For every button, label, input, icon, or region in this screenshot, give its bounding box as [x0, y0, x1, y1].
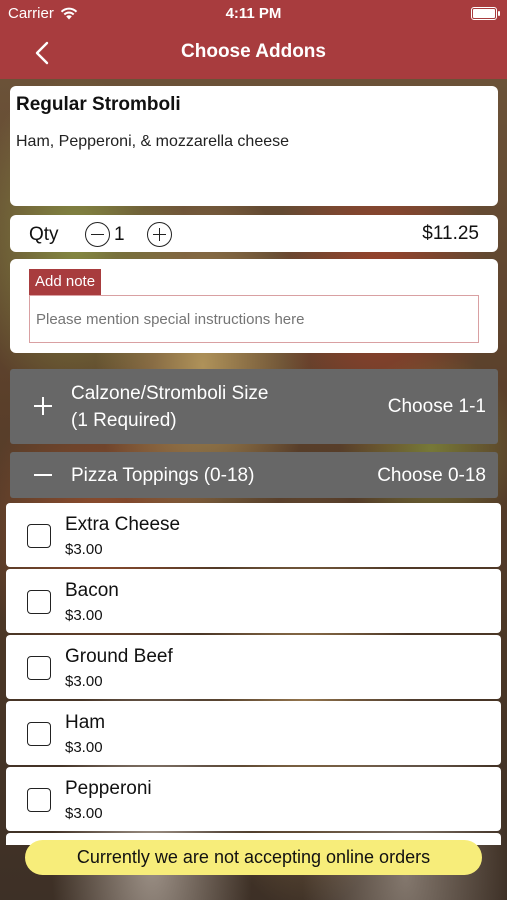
special-instructions-input[interactable]	[29, 295, 479, 343]
minus-icon	[91, 233, 104, 236]
option-row-pepperoni[interactable]: Pepperoni $3.00	[6, 767, 501, 831]
status-bar: Carrier 4:11 PM	[0, 0, 507, 28]
option-price: $3.00	[65, 805, 103, 822]
quantity-label: Qty	[29, 224, 59, 245]
option-price: $3.00	[65, 673, 103, 690]
option-name: Pepperoni	[65, 778, 152, 799]
option-name: Bacon	[65, 580, 119, 601]
option-price: $3.00	[65, 739, 103, 756]
option-checkbox[interactable]	[27, 722, 51, 746]
group-title-line2: (1 Required)	[71, 410, 177, 431]
option-checkbox[interactable]	[27, 788, 51, 812]
quantity-value: 1	[114, 224, 125, 245]
increase-quantity-button[interactable]	[147, 222, 172, 247]
option-row-ground-beef[interactable]: Ground Beef $3.00	[6, 635, 501, 699]
item-price: $11.25	[422, 223, 479, 244]
item-name: Regular Stromboli	[16, 94, 181, 115]
option-checkbox[interactable]	[27, 524, 51, 548]
option-checkbox[interactable]	[27, 656, 51, 680]
group-header-pizza-toppings[interactable]: Pizza Toppings (0-18) Choose 0-18	[10, 452, 498, 498]
navigation-bar: Choose Addons	[0, 28, 507, 79]
decrease-quantity-button[interactable]	[85, 222, 110, 247]
item-description: Ham, Pepperoni, & mozzarella cheese	[16, 133, 290, 150]
option-checkbox[interactable]	[27, 590, 51, 614]
group-choose-label: Choose 1-1	[387, 396, 486, 417]
group-title: Pizza Toppings (0-18)	[71, 465, 255, 486]
add-note-label: Add note	[29, 269, 102, 295]
expand-plus-icon	[34, 397, 52, 415]
item-info-card: Regular Stromboli Ham, Pepperoni, & mozz…	[10, 86, 498, 206]
not-accepting-orders-banner: Currently we are not accepting online or…	[25, 840, 482, 875]
option-row-bacon[interactable]: Bacon $3.00	[6, 569, 501, 633]
status-time: 4:11 PM	[225, 5, 282, 22]
note-card: Add note	[10, 259, 498, 353]
option-price: $3.00	[65, 607, 103, 624]
page-title: Choose Addons	[181, 41, 326, 62]
option-price: $3.00	[65, 541, 103, 558]
group-title: Calzone/Stromboli Size (1 Required)	[71, 380, 268, 434]
collapse-minus-icon	[34, 466, 52, 484]
option-row-ham[interactable]: Ham $3.00	[6, 701, 501, 765]
battery-icon	[471, 7, 500, 20]
quantity-card: Qty 1 $11.25	[10, 215, 498, 252]
option-name: Ham	[65, 712, 106, 733]
option-row-extra-cheese[interactable]: Extra Cheese $3.00	[6, 503, 501, 567]
group-header-calzone-size[interactable]: Calzone/Stromboli Size (1 Required) Choo…	[10, 369, 498, 444]
option-name: Extra Cheese	[65, 514, 181, 535]
option-name: Ground Beef	[65, 646, 173, 667]
group-title-line1: Calzone/Stromboli Size	[71, 383, 269, 404]
group-choose-label: Choose 0-18	[377, 465, 486, 486]
